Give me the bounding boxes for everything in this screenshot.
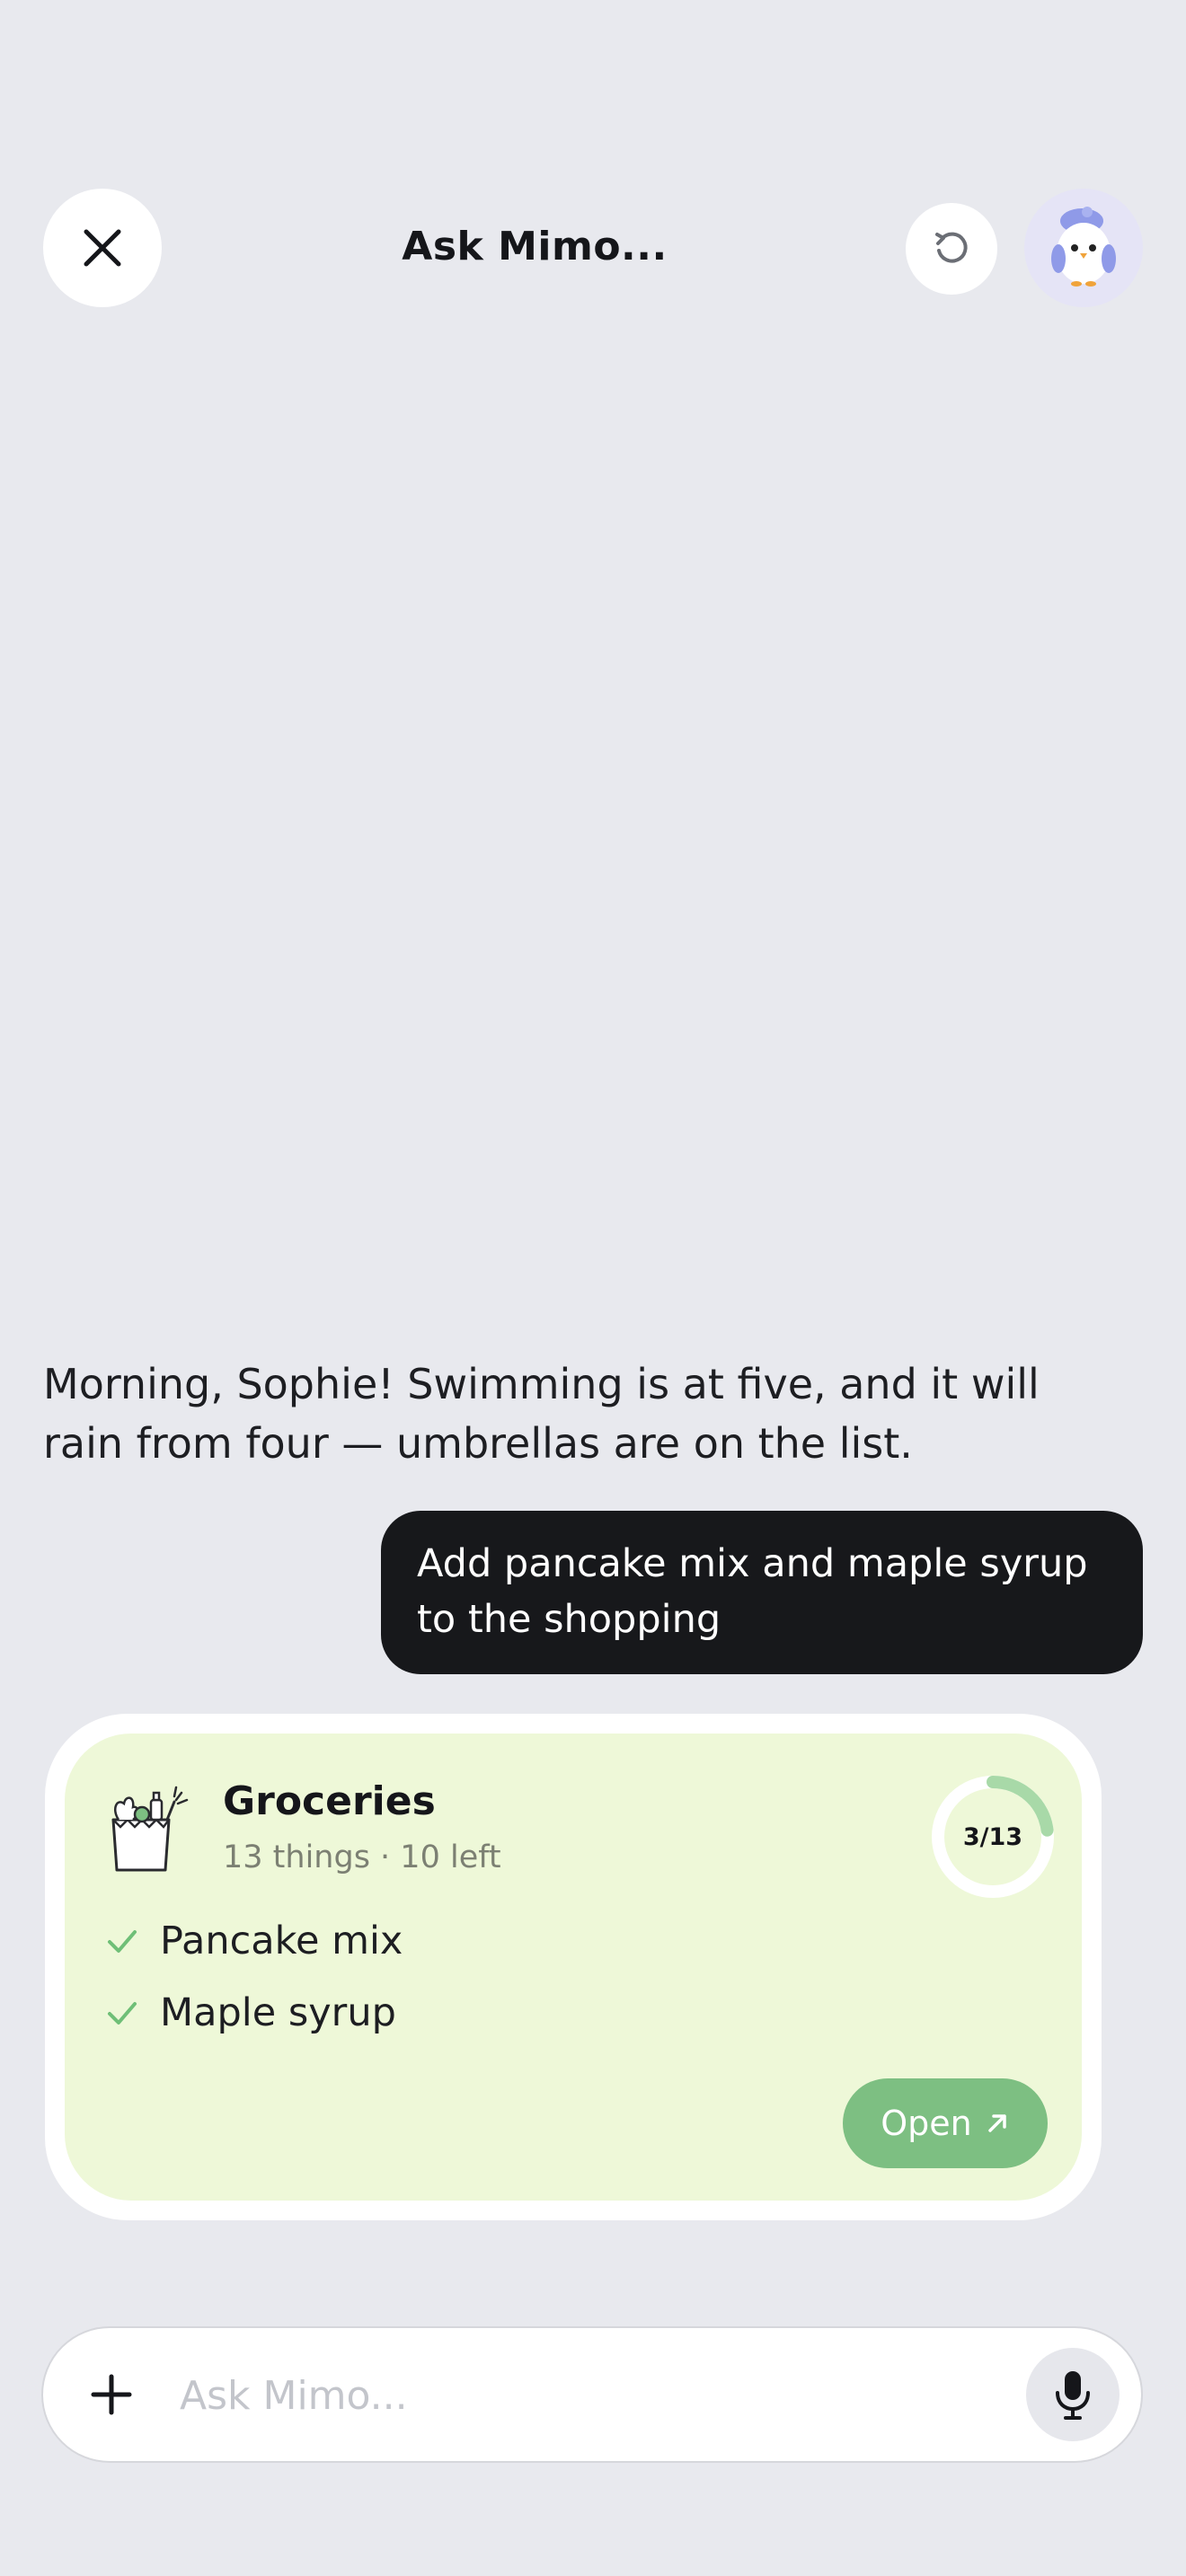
open-button-label: Open — [881, 2104, 972, 2143]
microphone-icon — [1056, 2371, 1090, 2420]
bird-mascot-avatar-icon — [1051, 207, 1116, 287]
voice-input-button[interactable] — [1026, 2348, 1120, 2441]
user-message-text: Add pancake mix and maple syrup to the s… — [417, 1541, 1088, 1642]
arrow-up-right-icon — [988, 2114, 1006, 2132]
open-button[interactable]: Open — [843, 2078, 1048, 2168]
avatar[interactable] — [1024, 189, 1143, 307]
check-icon — [108, 1930, 137, 1953]
rotate-ccw-icon — [935, 232, 968, 263]
groceries-card-body: Groceries 13 things · 10 left 3/13 Panca… — [65, 1734, 1082, 2201]
card-subtitle: 13 things · 10 left — [223, 1839, 501, 1875]
user-message-bubble: Add pancake mix and maple syrup to the s… — [381, 1511, 1143, 1674]
composer — [41, 2326, 1143, 2463]
progress-label: 3/13 — [962, 1822, 1023, 1851]
add-attachment-button[interactable] — [79, 2362, 144, 2427]
message-input[interactable] — [178, 2355, 990, 2436]
grocery-bag-icon — [111, 1786, 189, 1872]
card-title: Groceries — [223, 1778, 436, 1824]
list-item-pancake-mix[interactable]: Pancake mix — [104, 1919, 403, 1963]
list-item-maple-syrup[interactable]: Maple syrup — [104, 1990, 396, 2035]
reset-button[interactable] — [906, 203, 997, 295]
assistant-message: Morning, Sophie! Swimming is at five, an… — [43, 1360, 1040, 1468]
list-item-label: Maple syrup — [160, 1990, 396, 2035]
check-icon — [108, 2002, 137, 2025]
groceries-card[interactable]: Groceries 13 things · 10 left 3/13 Panca… — [45, 1714, 1102, 2220]
plus-icon — [91, 2374, 132, 2415]
list-item-label: Pancake mix — [160, 1919, 403, 1963]
